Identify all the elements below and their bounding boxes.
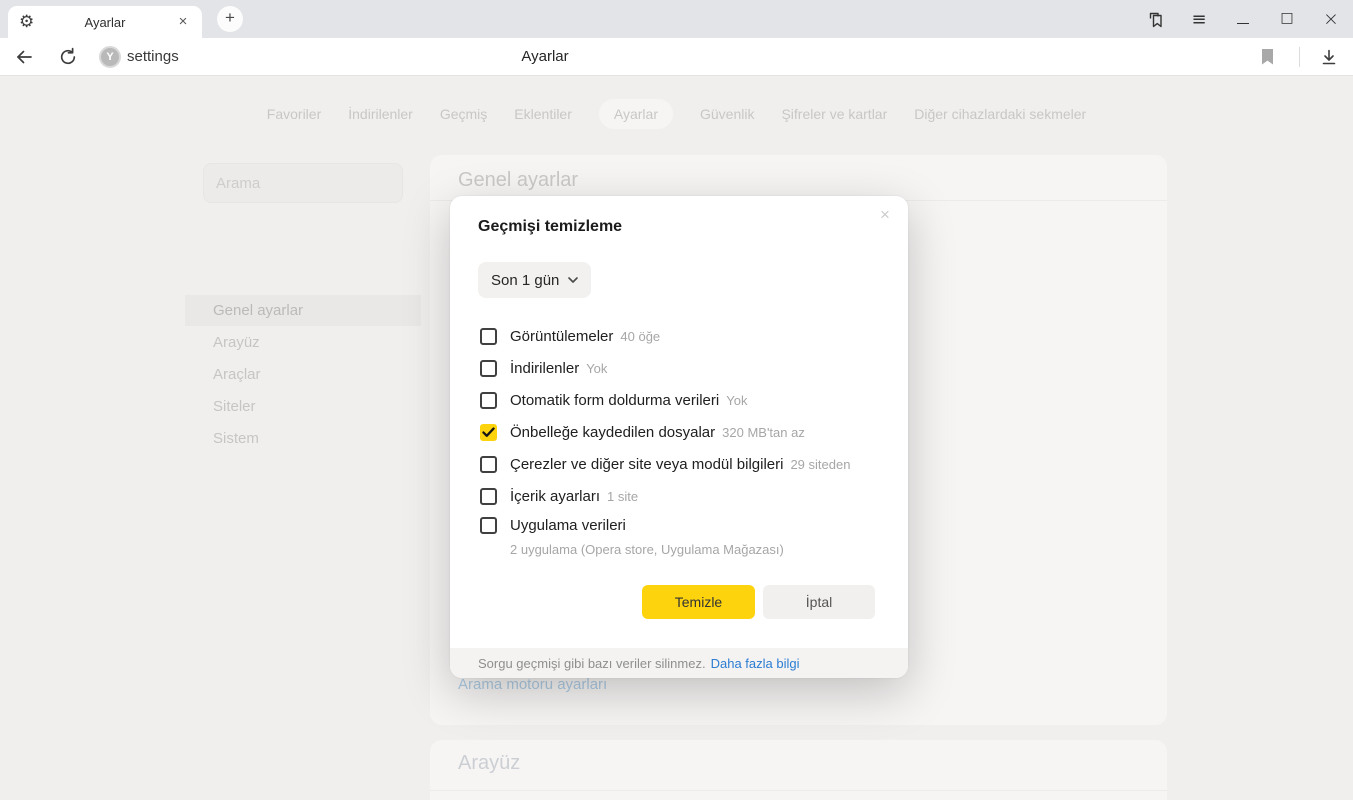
clear-history-dialog: × Geçmişi temizleme Son 1 gün Görüntülem… bbox=[450, 196, 908, 678]
nav-tab-indirilenler[interactable]: İndirilenler bbox=[348, 106, 413, 122]
item-label: Uygulama verileri bbox=[510, 517, 626, 534]
period-dropdown[interactable]: Son 1 gün bbox=[478, 262, 591, 298]
sidebar-item-araclar[interactable]: Araçlar bbox=[185, 359, 421, 390]
sidebar-item-genel-ayarlar[interactable]: Genel ayarlar bbox=[185, 295, 421, 326]
checkbox-goruntulemeler[interactable] bbox=[480, 328, 497, 345]
toolbar-divider bbox=[1299, 47, 1300, 67]
nav-tab-guvenlik[interactable]: Güvenlik bbox=[700, 106, 754, 122]
sidebar-item-siteler[interactable]: Siteler bbox=[185, 391, 421, 422]
item-meta: 40 öğe bbox=[620, 329, 660, 344]
window-close-button[interactable]: × bbox=[1309, 0, 1353, 38]
nav-tab-favoriler[interactable]: Favoriler bbox=[267, 106, 321, 122]
sidebar-item-arayuz[interactable]: Arayüz bbox=[185, 327, 421, 358]
item-meta: 1 site bbox=[607, 489, 638, 504]
item-meta: Yok bbox=[726, 393, 747, 408]
history-row-onbellek[interactable]: Önbelleğe kaydedilen dosyalar 320 MB'tan… bbox=[480, 416, 884, 448]
checkbox-cerezler[interactable] bbox=[480, 456, 497, 473]
checkbox-onbellek[interactable] bbox=[480, 424, 497, 441]
window-controls: ≡ □ × bbox=[1133, 0, 1353, 38]
item-label: İndirilenler bbox=[510, 360, 579, 377]
item-sub-label: 2 uygulama (Opera store, Uygulama Mağaza… bbox=[510, 542, 884, 557]
tab-title: Ayarlar bbox=[8, 15, 202, 30]
checkbox-icerik-ayarlari[interactable] bbox=[480, 488, 497, 505]
nav-tab-ayarlar[interactable]: Ayarlar bbox=[599, 99, 673, 129]
more-info-link[interactable]: Daha fazla bilgi bbox=[711, 656, 800, 671]
item-label: Görüntülemeler bbox=[510, 328, 613, 345]
download-icon[interactable] bbox=[1320, 48, 1340, 68]
item-meta: Yok bbox=[586, 361, 607, 376]
search-input[interactable] bbox=[203, 163, 403, 203]
period-value: Son 1 gün bbox=[491, 272, 559, 289]
dialog-buttons: Temizle İptal bbox=[642, 585, 875, 619]
item-meta: 29 siteden bbox=[790, 457, 850, 472]
bookmark-icon[interactable] bbox=[1261, 49, 1275, 65]
side-panel-bookmarks-icon[interactable] bbox=[1133, 0, 1177, 38]
nav-tab-sifreler-ve-kartlar[interactable]: Şifreler ve kartlar bbox=[781, 106, 887, 122]
checkbox-uygulama-verileri[interactable] bbox=[480, 517, 497, 534]
menu-icon[interactable]: ≡ bbox=[1177, 0, 1221, 38]
omnibox-page-title: Ayarlar bbox=[521, 38, 568, 76]
footer-note: Sorgu geçmişi gibi bazı veriler silinmez… bbox=[478, 656, 706, 671]
section-title: Arayüz bbox=[458, 752, 520, 775]
item-label: İçerik ayarları bbox=[510, 488, 600, 505]
site-badge-letter: Y bbox=[106, 51, 113, 63]
nav-tab-diger-cihazlardaki-sekmeler[interactable]: Diğer cihazlardaki sekmeler bbox=[914, 106, 1086, 122]
history-row-cerezler[interactable]: Çerezler ve diğer site veya modül bilgil… bbox=[480, 448, 884, 480]
maximize-button[interactable]: □ bbox=[1265, 0, 1309, 38]
item-label: Önbelleğe kaydedilen dosyalar bbox=[510, 424, 715, 441]
nav-tab-gecmis[interactable]: Geçmiş bbox=[440, 106, 487, 122]
minimize-icon bbox=[1237, 23, 1249, 24]
browser-toolbar: Y settings Ayarlar bbox=[0, 38, 1353, 76]
address-bar-text[interactable]: settings bbox=[127, 38, 179, 76]
dialog-close-icon[interactable]: × bbox=[875, 205, 895, 225]
checkbox-form-verileri[interactable] bbox=[480, 392, 497, 409]
browser-window: ⚙ Ayarlar × + ≡ □ × bbox=[0, 0, 1353, 800]
sidebar-item-sistem[interactable]: Sistem bbox=[185, 423, 421, 454]
new-tab-button[interactable]: + bbox=[217, 6, 243, 32]
item-label: Çerezler ve diğer site veya modül bilgil… bbox=[510, 456, 783, 473]
history-row-form-verileri[interactable]: Otomatik form doldurma verileri Yok bbox=[480, 384, 884, 416]
history-row-icerik-ayarlari[interactable]: İçerik ayarları 1 site bbox=[480, 480, 884, 512]
item-label: Otomatik form doldurma verileri bbox=[510, 392, 719, 409]
reload-button[interactable] bbox=[58, 47, 78, 67]
tab-close-icon[interactable]: × bbox=[174, 13, 192, 31]
chevron-down-icon bbox=[568, 277, 578, 283]
browser-tab-ayarlar[interactable]: ⚙ Ayarlar × bbox=[8, 6, 202, 38]
section-title: Genel ayarlar bbox=[458, 169, 578, 192]
nav-tab-eklentiler[interactable]: Eklentiler bbox=[514, 106, 572, 122]
tab-strip: ⚙ Ayarlar × + ≡ □ × bbox=[0, 0, 1353, 38]
checkbox-indirilenler[interactable] bbox=[480, 360, 497, 377]
settings-nav-tabs: Favoriler İndirilenler Geçmiş Eklentiler… bbox=[0, 99, 1353, 129]
history-row-goruntulemeler[interactable]: Görüntülemeler 40 öğe bbox=[480, 320, 884, 352]
history-item-list: Görüntülemeler 40 öğe İndirilenler Yok O… bbox=[480, 320, 884, 557]
cancel-button[interactable]: İptal bbox=[763, 585, 875, 619]
clear-button[interactable]: Temizle bbox=[642, 585, 755, 619]
check-icon bbox=[482, 427, 495, 438]
site-badge-icon[interactable]: Y bbox=[99, 46, 121, 68]
section-divider bbox=[430, 790, 1167, 791]
history-row-uygulama-verileri[interactable]: Uygulama verileri 2 uygulama (Opera stor… bbox=[480, 512, 884, 557]
back-button[interactable] bbox=[14, 47, 34, 67]
search-engine-settings-link[interactable]: Arama motoru ayarları bbox=[458, 676, 607, 693]
minimize-button[interactable] bbox=[1221, 0, 1265, 38]
dialog-title: Geçmişi temizleme bbox=[478, 218, 622, 236]
section-card-arayuz: Arayüz bbox=[430, 740, 1167, 800]
item-meta: 320 MB'tan az bbox=[722, 425, 805, 440]
dialog-footer: Sorgu geçmişi gibi bazı veriler silinmez… bbox=[450, 648, 908, 678]
history-row-indirilenler[interactable]: İndirilenler Yok bbox=[480, 352, 884, 384]
